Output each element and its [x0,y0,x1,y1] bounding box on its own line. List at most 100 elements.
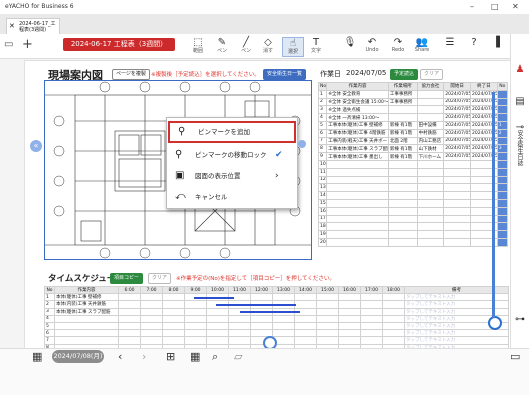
note-input[interactable]: タップしてテキスト入力 [404,329,509,338]
undo-icon[interactable]: ↶ Undo [362,37,382,55]
calendar-icon[interactable]: ▦ [32,350,42,363]
eraser-icon[interactable]: ◇ 消す [258,37,278,55]
date-selector[interactable]: 2024/07/08(月) [52,350,104,363]
maximize-button[interactable]: □ [491,2,499,11]
minimize-button[interactable]: – [470,2,474,11]
table-row[interactable]: 6 工事本体(躯体)工事 4階鉄筋 新棟 有1階 中村鉄筋 2024/07/05 2024… [317,128,509,138]
add-page-icon[interactable]: ⊞ [166,350,175,363]
table-cell[interactable] [496,183,509,193]
menu-item-pin-lock[interactable]: ⚲ ピンマークの移動ロック ✔ [167,145,297,165]
redo-icon[interactable]: ↷ Redo [388,37,408,55]
table-cell[interactable]: 1 [496,120,509,130]
table-row[interactable]: 3 ※全体 過失点検 2024/07/05 2024/07/05 [317,105,509,115]
add-sheet-button[interactable]: + [22,37,33,52]
table-cell[interactable] [496,191,509,200]
table-row[interactable]: 9 工事本体(躯体)工事 墨出し 新棟 有1階 下川ホーム 2024/07/05 2024… [317,152,509,161]
menu-item-add-pin[interactable]: ⚲ ピンマークを追加 [168,121,296,143]
table-cell[interactable] [496,167,509,177]
table-cell[interactable] [496,222,509,232]
document-tab[interactable]: ✕ 2024-06-17_工程表(3週間) [6,18,60,35]
table-cell[interactable] [496,175,509,185]
table-cell [54,314,119,323]
close-tab-icon[interactable]: ✕ [9,23,15,30]
marker-icon[interactable]: ╱ ペン [236,37,256,55]
select-icon[interactable]: ⬚ 範囲 [188,37,208,55]
table-row[interactable]: 6 タップしてテキスト入力 [44,329,509,338]
image-icon[interactable]: ▤ [513,96,527,110]
hand-icon[interactable]: ☝ 選択 [282,37,304,57]
table-row[interactable]: 5 工事本体(躯体)工事 壁補修 新棟 有1階 田中設備 2024/07/05 2024/… [317,120,509,130]
schedule-bar[interactable] [194,297,234,299]
prev-page-button[interactable]: ‹ [118,350,122,363]
table-row[interactable]: 7 工事内装(軽天)工事 天井ボード 北面 2階 内山工務店 2024/07/05 202… [317,136,509,146]
table-row[interactable]: 17 [317,214,509,224]
share-icon[interactable]: 👥 Share [412,37,432,55]
table-cell[interactable] [496,97,509,107]
table-cell[interactable] [496,230,509,239]
eraser-tool-icon[interactable]: ▱ [234,350,242,363]
menu-item-cancel[interactable]: ⤺ キャンセル [167,187,297,207]
table-row[interactable]: 8 工事本体(躯体)工事 スラブ配筋 新棟 有1階 山下鉄材 2024/07/05 202… [317,144,509,154]
table-row[interactable]: 20 [317,237,509,247]
layout-icon[interactable]: ▐ [486,37,506,55]
table-cell[interactable] [496,89,509,99]
resize-handle[interactable] [298,140,306,148]
table-cell [250,321,273,331]
menu-icon[interactable]: ☰ [440,37,460,55]
table-row[interactable]: 10 [317,159,509,169]
help-icon[interactable]: ? [464,37,484,55]
schedule-bar[interactable] [216,304,296,306]
sheet-tab[interactable]: 2024-06-17 工程表（3週間） [63,38,175,51]
table-row[interactable]: 2 ※全体 安全衛生会議 15:00〜 工事事務所 2024/07/05 2024/07… [317,97,509,107]
person-pin-icon[interactable]: ♟ [513,64,527,78]
schedule-clear-button[interactable]: クリア [148,273,172,284]
text-icon[interactable]: T 文字 [306,37,326,55]
table-cell[interactable] [496,113,509,122]
copy-page-button[interactable]: ページを複製 [112,69,150,80]
load-plan-button[interactable]: 予定読込 [390,69,419,80]
close-window-button[interactable]: ✕ [512,2,519,11]
safety-list-button[interactable]: 安全衛生日一覧 [263,69,307,80]
table-row[interactable]: 1 本体(躯体)工事 壁補修 タップしてテキスト入力 [44,293,509,302]
table-row[interactable]: 12 [317,175,509,185]
safety-diary-label[interactable]: 安全衛生日誌 [514,130,524,166]
clear-button[interactable]: クリア [420,69,444,80]
table-cell[interactable] [496,152,509,161]
table-row[interactable]: 1 ※全体 安全教育 工事事務所 2024/07/05 2024/07/05 [317,89,509,99]
next-page-button[interactable]: › [142,350,146,363]
comment-icon[interactable]: ▭ [510,350,520,363]
table-cell[interactable]: 3 [496,144,509,154]
folder-icon[interactable]: ▭ [4,39,13,50]
table-cell[interactable] [496,198,509,208]
table-row[interactable]: 4 ※全体 一斉清掃 13:00〜 2024/07/05 2024/07/05 [317,113,509,122]
table-cell[interactable] [496,214,509,224]
table-row[interactable]: 14 [317,191,509,200]
table-cell[interactable] [496,206,509,216]
note-input[interactable]: タップしてテキスト入力 [404,336,509,345]
search-page-icon[interactable]: ⌕ [212,350,218,364]
scrollbar-track[interactable] [492,92,495,318]
table-row[interactable]: 16 [317,206,509,216]
table-cell[interactable]: 2 [496,128,509,138]
table-cell[interactable] [496,136,509,146]
table-row[interactable]: 13 [317,183,509,193]
menu-item-display-position[interactable]: ▣ 図面の表示位置 › [167,166,297,186]
table-row[interactable]: 19 [317,230,509,239]
table-cell[interactable] [496,159,509,169]
attach-icon[interactable]: ⊶ [513,314,527,328]
table-cell: 9 [317,152,328,161]
scroll-thumb[interactable] [488,316,502,330]
copy-item-button[interactable]: 項目コピー [110,273,144,284]
table-row[interactable]: 5 タップしてテキスト入力 [44,321,509,331]
pen-icon[interactable]: ✎ ペン [212,37,232,55]
grid-view-icon[interactable]: ▦ [190,350,200,363]
table-row[interactable]: 15 [317,198,509,208]
table-cell[interactable] [496,237,509,247]
table-cell[interactable] [496,105,509,115]
mic-icon[interactable]: 🎙 [340,37,360,55]
table-row[interactable]: 4 タップしてテキスト入力 [44,314,509,323]
table-row[interactable]: 11 [317,167,509,177]
schedule-bar[interactable] [240,311,300,313]
table-row[interactable]: 18 [317,222,509,232]
collapse-left-icon[interactable]: « [30,140,42,152]
